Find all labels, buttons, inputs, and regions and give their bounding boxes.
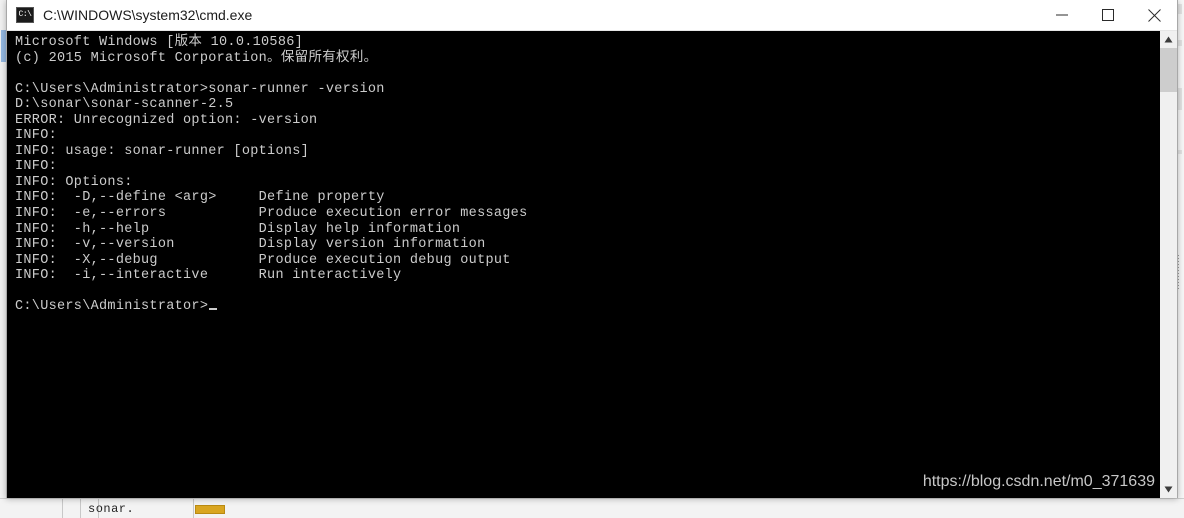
console-line: (c) 2015 Microsoft Corporation。保留所有权利。 [15,50,378,66]
window-title: C:\WINDOWS\system32\cmd.exe [43,7,253,23]
console-cursor [209,308,218,311]
background-cell-separator [80,499,81,518]
scroll-up-icon [1164,36,1173,43]
maximize-button[interactable] [1085,0,1131,30]
console-line: INFO: [15,159,58,175]
console-scrollbar-track[interactable] [1160,92,1177,481]
minimize-icon [1056,14,1068,16]
minimize-button[interactable] [1039,0,1085,30]
close-icon [1147,8,1161,22]
background-editor-statusbar[interactable]: sonar. [0,498,1184,518]
console-line: INFO: Options: [15,174,133,190]
console-line: Microsoft Windows [版本 10.0.10586] [15,35,304,50]
console-client-area[interactable]: Microsoft Windows [版本 10.0.10586] (c) 201… [7,31,1177,498]
console-line: ERROR: Unrecognized option: -version [15,112,318,128]
console-scrollbar[interactable] [1159,31,1177,498]
background-editor-text: sonar. [88,502,135,516]
close-button[interactable] [1131,0,1177,30]
console-output[interactable]: Microsoft Windows [版本 10.0.10586] (c) 201… [7,31,1159,498]
background-cell-separator [193,499,194,518]
background-editor-marker [195,505,225,514]
console-line: INFO: -i,--interactive Run interactively [15,268,402,284]
console-line: INFO: -e,--errors Produce execution erro… [15,206,528,222]
cmd-icon-label: C:\ [18,10,32,19]
console-line: INFO: [15,128,58,144]
console-line: INFO: usage: sonar-runner [options] [15,143,310,159]
scroll-down-button[interactable] [1160,481,1177,498]
console-line: INFO: -D,--define <arg> Define property [15,190,385,206]
desktop-background: sonar. C:\ C:\WINDOWS\system32\cmd.exe M… [0,0,1184,518]
console-line: INFO: -X,--debug Produce execution debug… [15,252,511,268]
title-bar[interactable]: C:\ C:\WINDOWS\system32\cmd.exe [7,0,1177,31]
scroll-up-button[interactable] [1160,31,1177,48]
window-controls [1039,0,1177,30]
console-line: C:\Users\Administrator> [15,299,1159,315]
scroll-down-icon [1164,486,1173,493]
maximize-icon [1102,9,1114,21]
background-cell-separator [62,499,63,518]
cmd-icon: C:\ [16,7,34,23]
console-line: INFO: -h,--help Display help information [15,221,461,237]
cmd-window[interactable]: C:\ C:\WINDOWS\system32\cmd.exe Microsof… [6,0,1178,498]
console-line: C:\Users\Administrator>sonar-runner -ver… [15,81,385,97]
console-line: INFO: -v,--version Display version infor… [15,237,486,253]
console-scrollbar-thumb[interactable] [1160,48,1177,92]
console-line: D:\sonar\sonar-scanner-2.5 [15,97,234,113]
